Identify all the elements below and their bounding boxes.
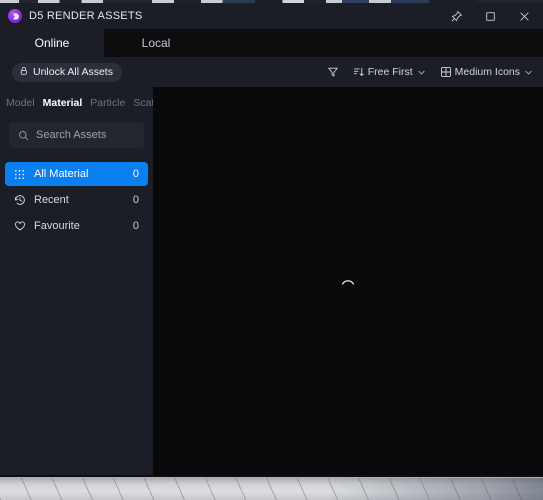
window-title: D5 RENDER ASSETS [29, 10, 143, 22]
tab-local[interactable]: Local [104, 29, 208, 57]
search-assets-input[interactable] [36, 129, 135, 141]
asset-grid-content [153, 87, 543, 475]
lock-icon [19, 66, 29, 79]
search-assets-field[interactable] [9, 122, 144, 148]
sidebar-item-all-material-count: 0 [132, 168, 139, 180]
window-body: Model Material Particle Scatte [0, 87, 543, 475]
sort-order-label: Free First [367, 66, 413, 78]
asset-browser-window: D5 RENDER ASSETS Online Local Unlock All… [0, 3, 543, 477]
filter-funnel-icon [327, 66, 339, 78]
viewport-ground-shadow [330, 478, 543, 500]
chevron-down-icon [417, 68, 426, 77]
maximize-icon[interactable] [473, 3, 507, 29]
sidebar-item-favourite-label: Favourite [34, 220, 80, 232]
category-tab-model[interactable]: Model [6, 97, 35, 109]
close-icon[interactable] [507, 3, 541, 29]
asset-category-tabs: Model Material Particle Scatte [0, 87, 153, 118]
tab-online[interactable]: Online [0, 29, 104, 57]
sidebar-item-recent-count: 0 [132, 194, 139, 206]
window-controls [439, 3, 541, 29]
category-tab-material[interactable]: Material [43, 97, 83, 109]
icon-size-label: Medium Icons [454, 66, 520, 78]
sidebar-item-all-material[interactable]: All Material 0 [5, 162, 148, 186]
title-bar[interactable]: D5 RENDER ASSETS [0, 3, 543, 29]
toolbar: Unlock All Assets Free First Medium Icon… [0, 57, 543, 87]
heart-icon [13, 220, 26, 233]
pin-icon[interactable] [439, 3, 473, 29]
d5-logo-icon [8, 9, 22, 23]
main-tab-strip: Online Local [0, 29, 543, 57]
tab-local-label: Local [141, 36, 171, 50]
unlock-all-assets-button[interactable]: Unlock All Assets [12, 62, 122, 82]
unlock-all-assets-label: Unlock All Assets [33, 66, 113, 78]
sort-order-dropdown[interactable]: Free First [353, 66, 426, 78]
sidebar-item-all-material-label: All Material [34, 168, 89, 180]
sidebar-item-recent-label: Recent [34, 194, 69, 206]
sidebar-item-recent[interactable]: Recent 0 [5, 188, 148, 212]
sidebar: Model Material Particle Scatte [0, 87, 153, 475]
grid-dots-icon [13, 168, 26, 181]
grid-view-icon [440, 66, 452, 78]
window-bottom-edge [0, 475, 543, 477]
category-tab-scatter[interactable]: Scatte [133, 97, 153, 109]
toolbar-controls: Free First Medium Icons [327, 66, 533, 78]
sidebar-item-favourite[interactable]: Favourite 0 [5, 214, 148, 238]
category-tab-particle[interactable]: Particle [90, 97, 125, 109]
sort-descending-icon [353, 66, 365, 78]
loading-spinner-icon [340, 273, 357, 290]
icon-size-dropdown[interactable]: Medium Icons [440, 66, 533, 78]
filter-button[interactable] [327, 66, 339, 78]
sidebar-nav: All Material 0 Recent 0 Favourite 0 [0, 162, 153, 238]
chevron-down-icon [524, 68, 533, 77]
tab-online-label: Online [34, 36, 70, 50]
clock-history-icon [13, 194, 26, 207]
sidebar-item-favourite-count: 0 [132, 220, 139, 232]
search-icon [18, 130, 29, 141]
